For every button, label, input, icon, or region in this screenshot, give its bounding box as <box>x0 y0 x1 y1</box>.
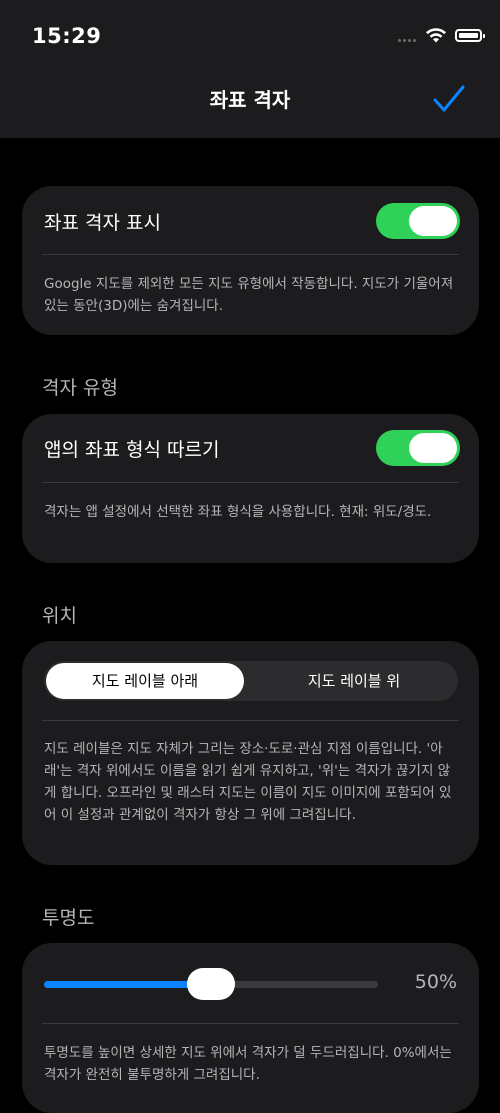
slider-thumb[interactable] <box>187 968 235 1000</box>
opacity-note: 투명도를 높이면 상세한 지도 위에서 격자가 덜 두드러집니다. 0%에서는 … <box>44 1045 452 1083</box>
opacity-value: 50% <box>414 971 457 993</box>
toggle-knob <box>409 206 457 236</box>
page-title: 좌표 격자 <box>209 88 291 112</box>
divider <box>42 482 459 483</box>
segment-above-labels[interactable]: 지도 레이블 위 <box>254 661 454 701</box>
grid-type-section-title: 격자 유형 <box>42 377 118 399</box>
status-bar: 15:29 <box>0 0 500 70</box>
cellular-signal-icon <box>398 39 418 58</box>
done-checkmark-icon[interactable] <box>432 84 466 114</box>
show-grid-card: 좌표 격자 표시 Google 지도를 제외한 모든 지도 유형에서 작동합니다… <box>22 186 479 335</box>
position-section-title: 위치 <box>42 605 77 627</box>
position-card: 지도 레이블 아래 지도 레이블 위 지도 레이블은 지도 자체가 그리는 장소… <box>22 641 479 865</box>
show-grid-toggle[interactable] <box>376 203 460 239</box>
follow-app-format-label: 앱의 좌표 형식 따르기 <box>44 439 220 461</box>
opacity-card: 50% 투명도를 높이면 상세한 지도 위에서 격자가 덜 두드러집니다. 0%… <box>22 943 479 1113</box>
follow-app-format-toggle[interactable] <box>376 430 460 466</box>
wifi-icon <box>426 28 446 43</box>
position-note: 지도 레이블은 지도 자체가 그리는 장소·도로·관심 지점 이름입니다. '아… <box>44 741 452 823</box>
status-time: 15:29 <box>32 24 102 48</box>
toggle-knob <box>409 433 457 463</box>
opacity-slider[interactable] <box>44 968 378 1000</box>
divider <box>42 720 459 721</box>
divider <box>42 1023 459 1024</box>
show-grid-label: 좌표 격자 표시 <box>44 212 161 234</box>
opacity-section-title: 투명도 <box>42 907 95 929</box>
grid-type-card: 앱의 좌표 형식 따르기 격자는 앱 설정에서 선택한 좌표 형식을 사용합니다… <box>22 414 479 563</box>
slider-fill <box>44 981 211 988</box>
navigation-bar: 좌표 격자 <box>0 70 500 138</box>
position-segmented-control: 지도 레이블 아래 지도 레이블 위 <box>44 661 458 701</box>
battery-icon <box>455 29 485 42</box>
divider <box>42 254 459 255</box>
show-grid-note: Google 지도를 제외한 모든 지도 유형에서 작동합니다. 지도가 기울어… <box>44 276 454 314</box>
segment-below-labels[interactable]: 지도 레이블 아래 <box>46 663 244 699</box>
grid-type-note: 격자는 앱 설정에서 선택한 좌표 형식을 사용합니다. 현재: 위도/경도. <box>44 504 432 520</box>
